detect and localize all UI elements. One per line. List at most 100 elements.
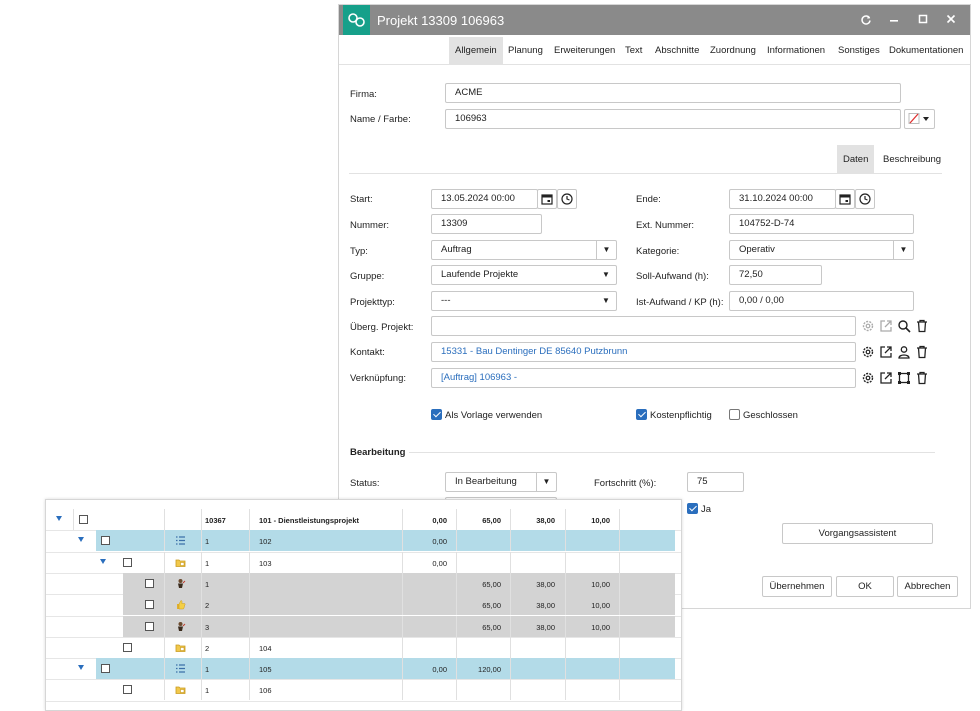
table-row[interactable]: 1 105 0,00 120,00 xyxy=(46,658,681,680)
firma-field[interactable]: ACME xyxy=(445,83,901,103)
tab-text[interactable]: Text xyxy=(619,37,648,65)
tab-sonstiges[interactable]: Sonstiges xyxy=(832,37,886,65)
ok-button[interactable]: OK xyxy=(836,576,894,597)
row-value-cell: 65,00 xyxy=(482,516,501,525)
projekttyp-select[interactable]: --- ▼ xyxy=(431,291,617,311)
row-checkbox[interactable] xyxy=(123,642,132,652)
verknuepfung-field[interactable]: [Auftrag] 106963 - xyxy=(431,368,856,388)
expand-triangle-icon[interactable] xyxy=(56,516,62,521)
subtab-beschreibung[interactable]: Beschreibung xyxy=(877,145,947,174)
person-icon xyxy=(175,621,186,632)
name-field[interactable]: 106963 xyxy=(445,109,901,129)
trash-icon[interactable] xyxy=(915,371,929,385)
table-row[interactable]: 10367 101 - Dienstleistungsprojekt 0,00 65,… xyxy=(46,509,681,530)
column-divider xyxy=(164,658,165,680)
column-divider xyxy=(201,615,202,637)
start-time-button[interactable] xyxy=(557,189,577,209)
calendar-icon xyxy=(839,194,851,205)
vorlage-checkbox[interactable] xyxy=(431,409,442,420)
nummer-field[interactable]: 13309 xyxy=(431,214,542,234)
geschlossen-checkbox[interactable] xyxy=(729,409,740,420)
table-row[interactable]: 1 65,00 38,00 10,00 xyxy=(46,572,681,594)
color-picker[interactable] xyxy=(904,109,935,129)
column-divider xyxy=(164,615,165,637)
ende-field[interactable]: 31.10.2024 00:00 xyxy=(729,189,836,209)
refresh-icon[interactable] xyxy=(858,12,874,28)
fortschritt-field[interactable]: 75 xyxy=(687,472,744,492)
tab-abschnitte[interactable]: Abschnitte xyxy=(649,37,705,65)
open-external-icon[interactable] xyxy=(879,371,893,385)
start-calendar-button[interactable] xyxy=(537,189,557,209)
expand-triangle-icon[interactable] xyxy=(100,558,106,564)
maximize-icon[interactable] xyxy=(915,12,931,28)
gear-icon[interactable] xyxy=(861,371,875,385)
open-external-icon[interactable] xyxy=(879,345,893,359)
column-divider xyxy=(456,530,457,552)
ja-checkbox[interactable] xyxy=(687,503,698,514)
tab-informationen[interactable]: Informationen xyxy=(761,37,831,65)
gear-icon[interactable] xyxy=(861,319,875,333)
table-row[interactable]: 1 103 0,00 xyxy=(46,551,681,573)
column-divider xyxy=(456,551,457,573)
list-icon xyxy=(175,535,186,546)
table-row[interactable]: 2 104 xyxy=(46,636,681,658)
row-checkbox[interactable] xyxy=(101,536,110,546)
start-field[interactable]: 13.05.2024 00:00 xyxy=(431,189,538,209)
kontakt-field[interactable]: 15331 - Bau Dentinger DE 85640 Putzbrunn xyxy=(431,342,856,362)
expand-triangle-icon[interactable] xyxy=(78,537,84,543)
close-icon[interactable] xyxy=(943,12,959,28)
tab-zuordnung[interactable]: Zuordnung xyxy=(704,37,762,65)
abbrechen-button[interactable]: Abbrechen xyxy=(897,576,958,597)
column-divider xyxy=(201,530,202,552)
tab-erweiterungen[interactable]: Erweiterungen xyxy=(548,37,621,65)
tab-dokumentationen[interactable]: Dokumentationen xyxy=(883,37,969,65)
column-divider xyxy=(164,636,165,658)
frame-select-icon[interactable] xyxy=(897,371,911,385)
minimize-icon[interactable] xyxy=(886,12,902,28)
typ-select[interactable]: Auftrag ▼ xyxy=(431,240,617,260)
ueberg-projekt-field[interactable] xyxy=(431,316,856,336)
typ-label: Typ: xyxy=(350,246,368,257)
trash-icon[interactable] xyxy=(915,345,929,359)
row-value-cell: 38,00 xyxy=(536,601,555,611)
vorgangsassistent-button[interactable]: Vorgangsassistent xyxy=(782,523,933,544)
subtab-daten[interactable]: Daten xyxy=(837,145,875,174)
person-icon[interactable] xyxy=(897,345,911,359)
status-value: In Bearbeitung xyxy=(455,476,517,487)
row-name-cell: 105 xyxy=(259,665,272,675)
row-checkbox[interactable] xyxy=(145,621,154,631)
soll-aufwand-field[interactable]: 72,50 xyxy=(729,265,822,285)
trash-icon[interactable] xyxy=(915,319,929,333)
table-row[interactable]: 1 102 0,00 xyxy=(46,530,681,552)
ende-time-button[interactable] xyxy=(855,189,875,209)
gear-icon[interactable] xyxy=(861,345,875,359)
column-divider xyxy=(201,594,202,616)
status-select[interactable]: In Bearbeitung ▼ xyxy=(445,472,557,492)
kostenpflichtig-checkbox[interactable] xyxy=(636,409,647,420)
table-row[interactable]: 2 65,00 38,00 10,00 xyxy=(46,594,681,616)
column-divider xyxy=(565,679,566,701)
search-icon[interactable] xyxy=(897,319,911,333)
tab-planung[interactable]: Planung xyxy=(502,37,549,65)
table-row[interactable]: 1 106 xyxy=(46,679,681,701)
ext-nummer-field[interactable]: 104752-D-74 xyxy=(729,214,914,234)
open-external-icon[interactable] xyxy=(879,319,893,333)
ist-aufwand-field[interactable]: 0,00 / 0,00 xyxy=(729,291,914,311)
tab-allgemein[interactable]: Allgemein xyxy=(449,37,503,65)
row-checkbox[interactable] xyxy=(123,685,132,695)
row-checkbox[interactable] xyxy=(145,600,154,610)
column-divider xyxy=(510,636,511,658)
gruppe-select[interactable]: Laufende Projekte ▼ xyxy=(431,265,617,285)
kategorie-select[interactable]: Operativ ▼ xyxy=(729,240,914,260)
row-checkbox[interactable] xyxy=(123,557,132,567)
ende-calendar-button[interactable] xyxy=(835,189,855,209)
name-label: Name / Farbe: xyxy=(350,114,411,125)
expand-triangle-icon[interactable] xyxy=(78,665,84,671)
column-divider xyxy=(619,636,620,658)
column-divider xyxy=(201,636,202,658)
uebernehmen-button[interactable]: Übernehmen xyxy=(762,576,832,597)
table-row[interactable]: 3 65,00 38,00 10,00 xyxy=(46,615,681,637)
row-checkbox[interactable] xyxy=(79,515,88,524)
row-checkbox[interactable] xyxy=(145,578,154,588)
row-checkbox[interactable] xyxy=(101,664,110,674)
